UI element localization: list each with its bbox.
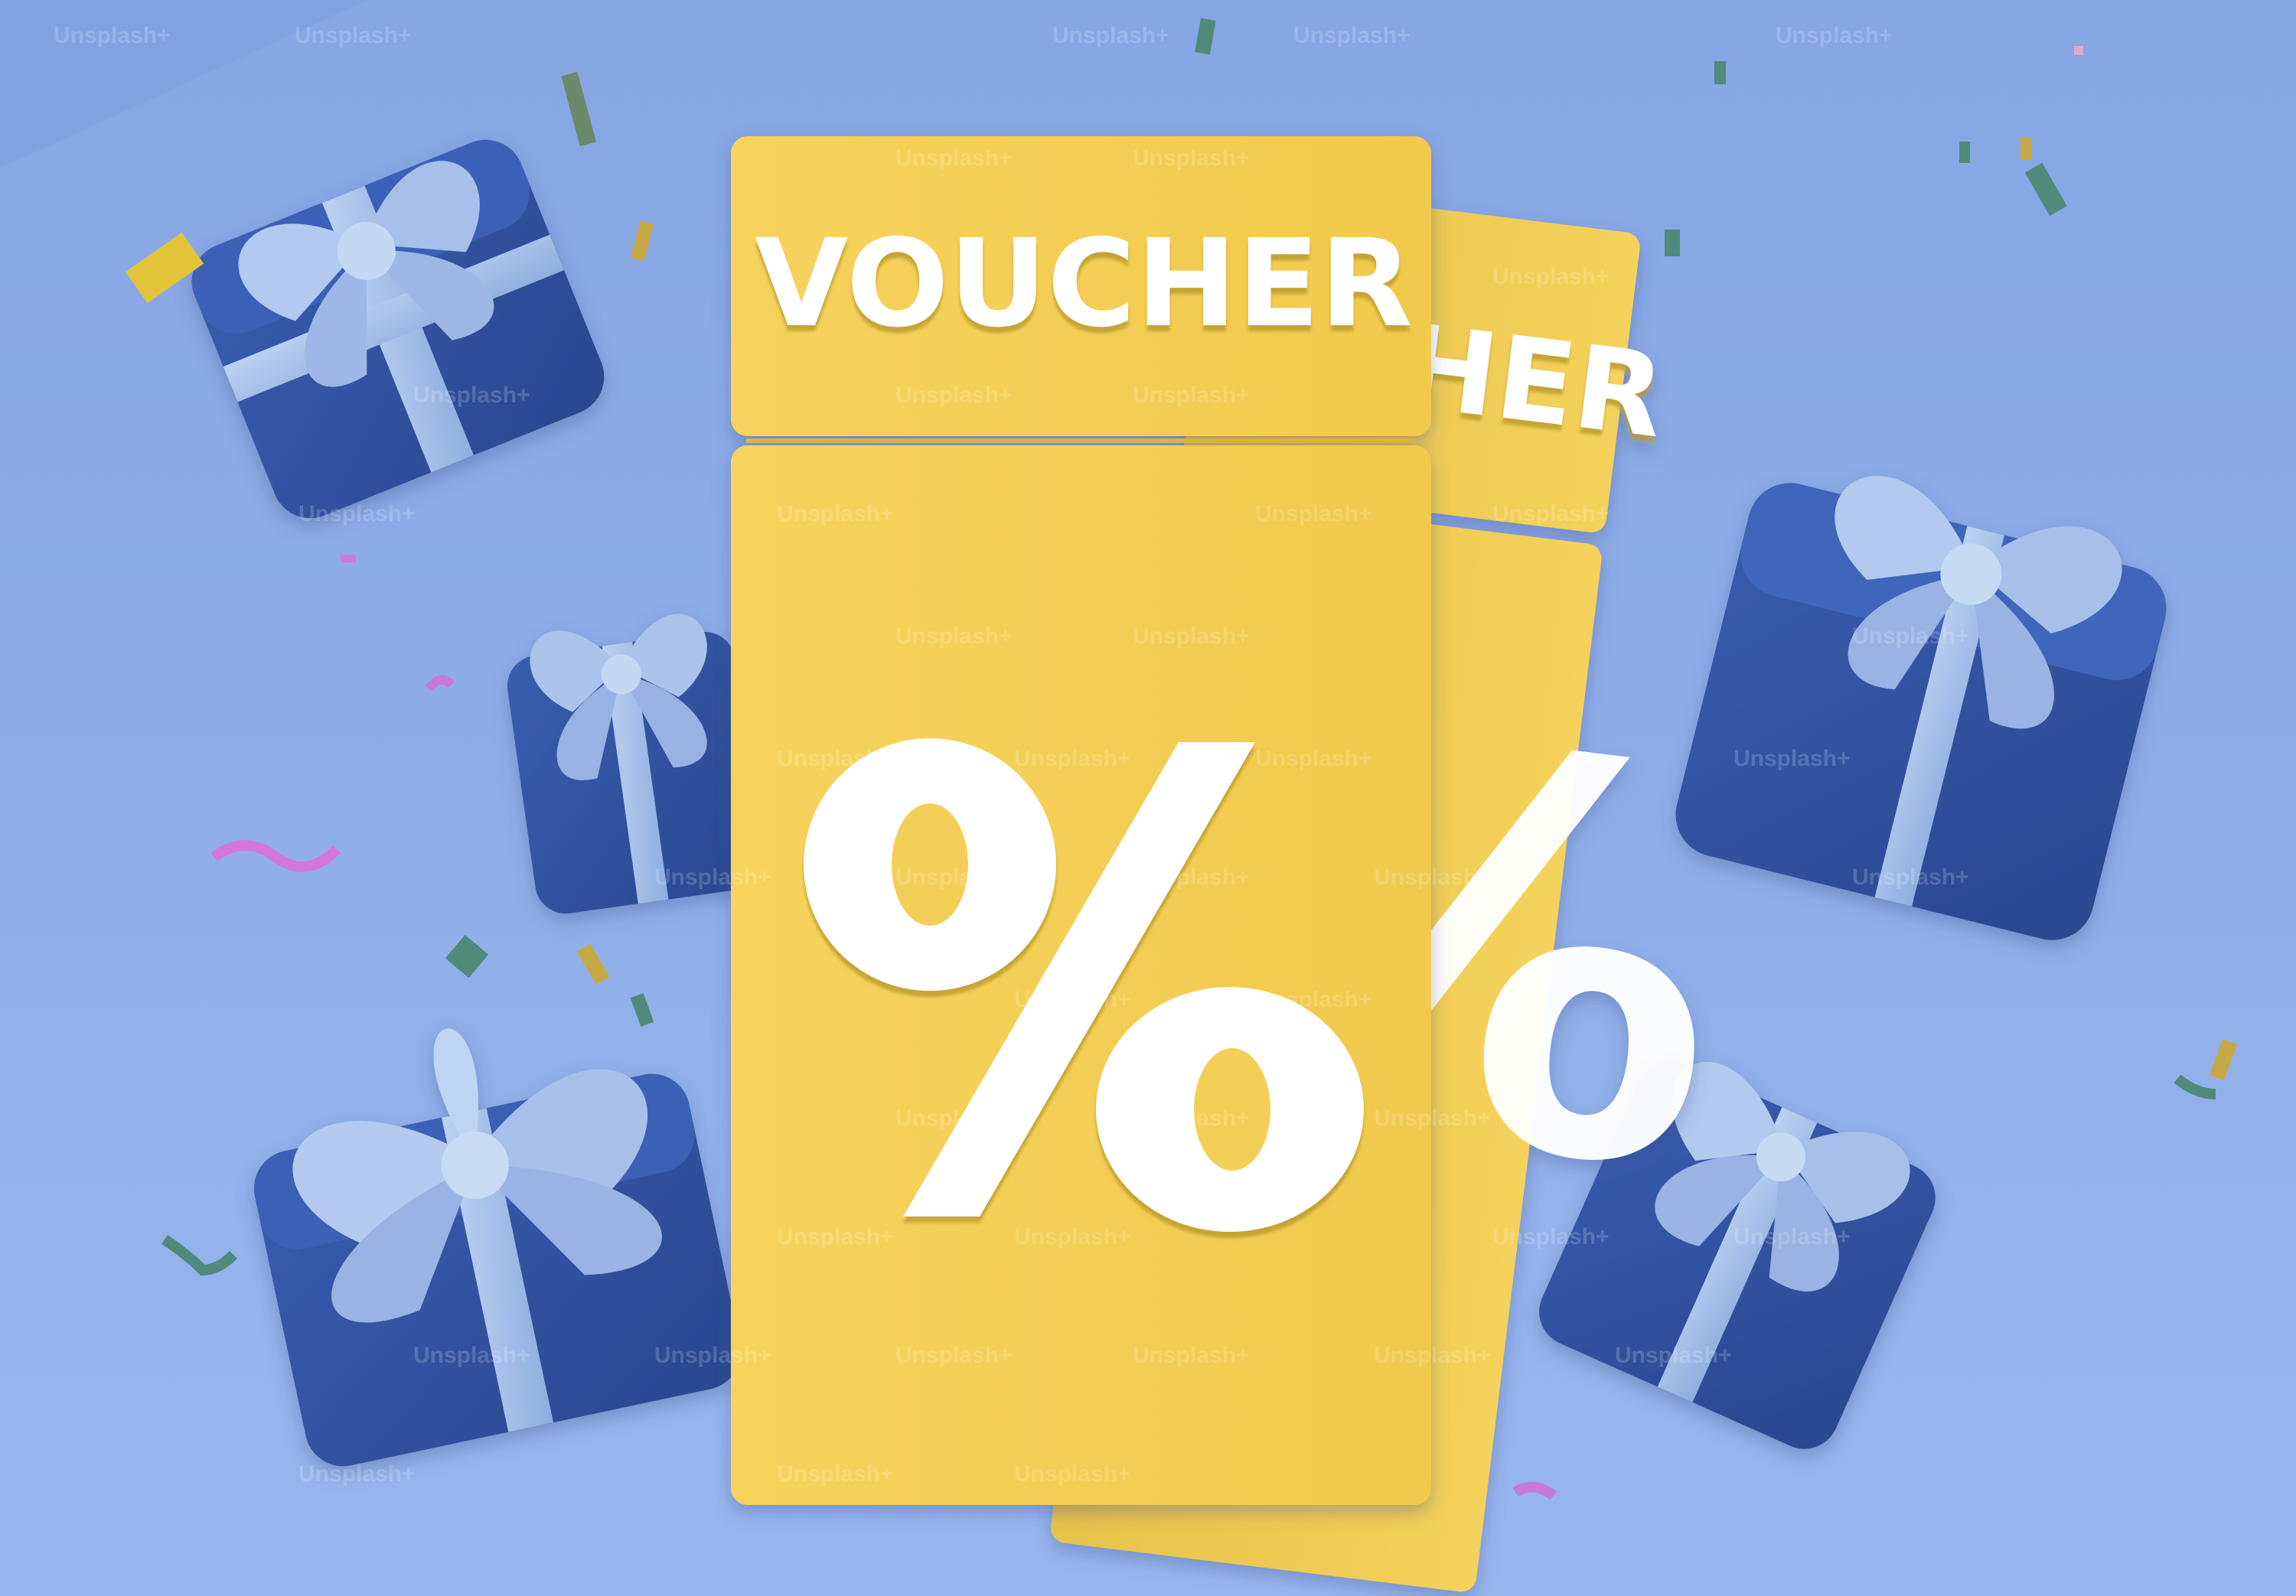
watermark-text: Unsplash+ xyxy=(1014,1461,1131,1487)
voucher-front: VOUCHER xyxy=(731,136,1431,1505)
watermark-text: Unsplash+ xyxy=(1255,987,1372,1012)
watermark-text: Unsplash+ xyxy=(1255,501,1372,526)
watermark-text: Unsplash+ xyxy=(895,145,1013,171)
watermark-text: Unsplash+ xyxy=(895,1106,1013,1131)
watermark-text: Unsplash+ xyxy=(54,23,171,48)
watermark-text: Unsplash+ xyxy=(654,1343,771,1368)
watermark-text: Unsplash+ xyxy=(777,746,894,771)
watermark-text: Unsplash+ xyxy=(654,865,771,890)
watermark-text: Unsplash+ xyxy=(1014,746,1131,771)
watermark-text: Unsplash+ xyxy=(895,865,1013,890)
watermark-text: Unsplash+ xyxy=(1776,23,1893,48)
watermark-text: Unsplash+ xyxy=(895,383,1013,408)
watermark-text: Unsplash+ xyxy=(895,1343,1013,1368)
voucher-illustration: CHER % VOUCHER Unsplash+ Unsplash+ Unspl… xyxy=(0,0,2296,1596)
watermark-text: Unsplash+ xyxy=(1615,1343,1732,1368)
watermark-text: Unsplash+ xyxy=(1293,23,1411,48)
watermark-text: Unsplash+ xyxy=(1014,1224,1131,1249)
watermark-text: Unsplash+ xyxy=(1133,865,1250,890)
watermark-text: Unsplash+ xyxy=(1014,987,1131,1012)
watermark-text: Unsplash+ xyxy=(1133,624,1250,649)
watermark-text: Unsplash+ xyxy=(777,501,894,526)
watermark-text: Unsplash+ xyxy=(295,23,412,48)
watermark-text: Unsplash+ xyxy=(777,1461,894,1487)
watermark-text: Unsplash+ xyxy=(895,624,1013,649)
watermark-text: Unsplash+ xyxy=(1133,383,1250,408)
watermark-text: Unsplash+ xyxy=(1133,1343,1250,1368)
watermark-text: Unsplash+ xyxy=(1733,746,1851,771)
watermark-text: Unsplash+ xyxy=(1852,865,1969,890)
watermark-text: Unsplash+ xyxy=(1492,1224,1609,1249)
voucher-front-label: VOUCHER xyxy=(755,213,1413,354)
watermark-text: Unsplash+ xyxy=(1374,1343,1491,1368)
watermark-text: Unsplash+ xyxy=(1052,23,1169,48)
watermark-text: Unsplash+ xyxy=(413,383,530,408)
watermark-text: Unsplash+ xyxy=(1255,746,1372,771)
watermark-text: Unsplash+ xyxy=(1133,145,1250,171)
watermark-text: Unsplash+ xyxy=(1492,501,1609,526)
watermark-text: Unsplash+ xyxy=(413,1343,530,1368)
watermark-text: Unsplash+ xyxy=(1733,1224,1851,1249)
watermark-text: Unsplash+ xyxy=(298,501,416,526)
watermark-text: Unsplash+ xyxy=(1133,1106,1250,1131)
watermark-text: Unsplash+ xyxy=(777,1224,894,1249)
watermark-text: Unsplash+ xyxy=(1374,1106,1491,1131)
watermark-text: Unsplash+ xyxy=(298,1461,416,1487)
watermark-text: Unsplash+ xyxy=(1852,624,1969,649)
watermark-text: Unsplash+ xyxy=(1374,865,1491,890)
watermark-text: Unsplash+ xyxy=(1492,264,1609,289)
